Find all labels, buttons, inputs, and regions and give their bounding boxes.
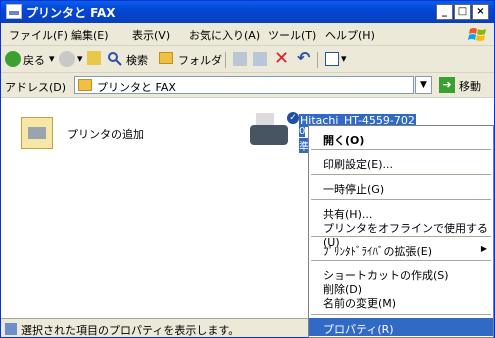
search-button[interactable]: 検索 (126, 52, 148, 68)
minimize-button[interactable]: _ (436, 4, 453, 20)
forward-dropdown-icon[interactable]: ▾ (77, 52, 83, 65)
menu-view[interactable]: 表示(V) (132, 27, 170, 43)
menu-edit[interactable]: 編集(E) (71, 27, 109, 43)
toolbar: 戻る ▾ ▾ 検索 フォルダ ✕ ↶ ▾ (1, 46, 494, 73)
printer-icon (250, 113, 292, 153)
menu-item-properties[interactable]: プロパティ(R) (309, 318, 493, 336)
move-to-icon[interactable] (233, 52, 247, 66)
views-dropdown-icon[interactable]: ▾ (341, 52, 347, 65)
default-printer-check-icon: ✓ (287, 112, 299, 124)
forward-arrow-icon[interactable] (59, 51, 75, 67)
folders-icon (159, 52, 173, 64)
menu-bar: ファイル(F) 編集(E) 表示(V) お気に入り(A) ツール(T) ヘルプ(… (1, 23, 494, 46)
status-text: 選択された項目のプロパティを表示します。 (21, 324, 240, 337)
menu-item-rename[interactable]: 名前の変更(M) (309, 292, 493, 310)
menu-file[interactable]: ファイル(F) (9, 27, 68, 43)
maximize-button[interactable]: □ (454, 4, 471, 20)
address-value: プリンタと FAX (97, 81, 176, 94)
menu-item-pause[interactable]: 一時停止(G) (309, 178, 493, 196)
menu-item-driver-extensions[interactable]: ﾌﾟﾘﾝﾀﾄﾞﾗｲﾊﾞの拡張(E) ▶ (309, 240, 493, 258)
menu-separator (311, 314, 491, 315)
menu-separator (311, 199, 491, 200)
add-printer-icon (21, 117, 53, 149)
toolbar-separator (317, 52, 318, 68)
back-button[interactable]: 戻る (23, 52, 45, 68)
go-button[interactable]: ➜ 移動 (437, 76, 493, 94)
context-menu: 開く(O) 印刷設定(E)... 一時停止(G) 共有(H)... プリンタをオ… (308, 125, 494, 338)
properties-icon (5, 323, 17, 335)
title-bar[interactable]: プリンタと FAX _ □ × (1, 1, 494, 23)
go-arrow-icon: ➜ (439, 77, 455, 93)
up-folder-icon[interactable] (87, 51, 101, 65)
menu-tools[interactable]: ツール(T) (268, 27, 316, 43)
list-item-label: プリンタの追加 (67, 128, 144, 141)
address-bar: アドレス(D) プリンタと FAX ▼ ➜ 移動 (1, 73, 494, 98)
menu-item-open[interactable]: 開く(O) (309, 129, 493, 147)
copy-to-icon[interactable] (253, 52, 267, 66)
toolbar-separator (225, 52, 226, 68)
menu-separator (311, 236, 491, 237)
windows-logo-icon (468, 28, 486, 41)
menu-separator (311, 260, 491, 261)
menu-item-print-settings[interactable]: 印刷設定(E)... (309, 153, 493, 171)
views-icon[interactable] (325, 52, 339, 66)
printer-folder-icon (78, 79, 92, 91)
delete-icon[interactable]: ✕ (274, 48, 289, 69)
address-label: アドレス(D) (5, 81, 67, 94)
printer-documents-count: 0 (299, 126, 306, 137)
window-title: プリンタと FAX (26, 6, 116, 20)
submenu-arrow-icon: ▶ (480, 244, 487, 253)
printers-folder-icon (6, 4, 22, 19)
menu-help[interactable]: ヘルプ(H) (325, 27, 375, 43)
address-input[interactable]: プリンタと FAX (74, 76, 414, 94)
menu-item-use-offline[interactable]: プリンタをオフラインで使用する(U) (309, 217, 493, 249)
close-button[interactable]: × (472, 4, 489, 20)
menu-separator (311, 174, 491, 175)
menu-favorites[interactable]: お気に入り(A) (189, 27, 260, 43)
menu-separator (311, 149, 491, 150)
folders-button[interactable]: フォルダ (178, 52, 222, 68)
back-dropdown-icon[interactable]: ▾ (49, 52, 55, 65)
go-label: 移動 (459, 80, 481, 93)
search-icon (108, 52, 122, 66)
back-arrow-icon[interactable] (5, 51, 21, 67)
undo-icon[interactable]: ↶ (297, 48, 310, 67)
address-dropdown-button[interactable]: ▼ (415, 76, 432, 94)
